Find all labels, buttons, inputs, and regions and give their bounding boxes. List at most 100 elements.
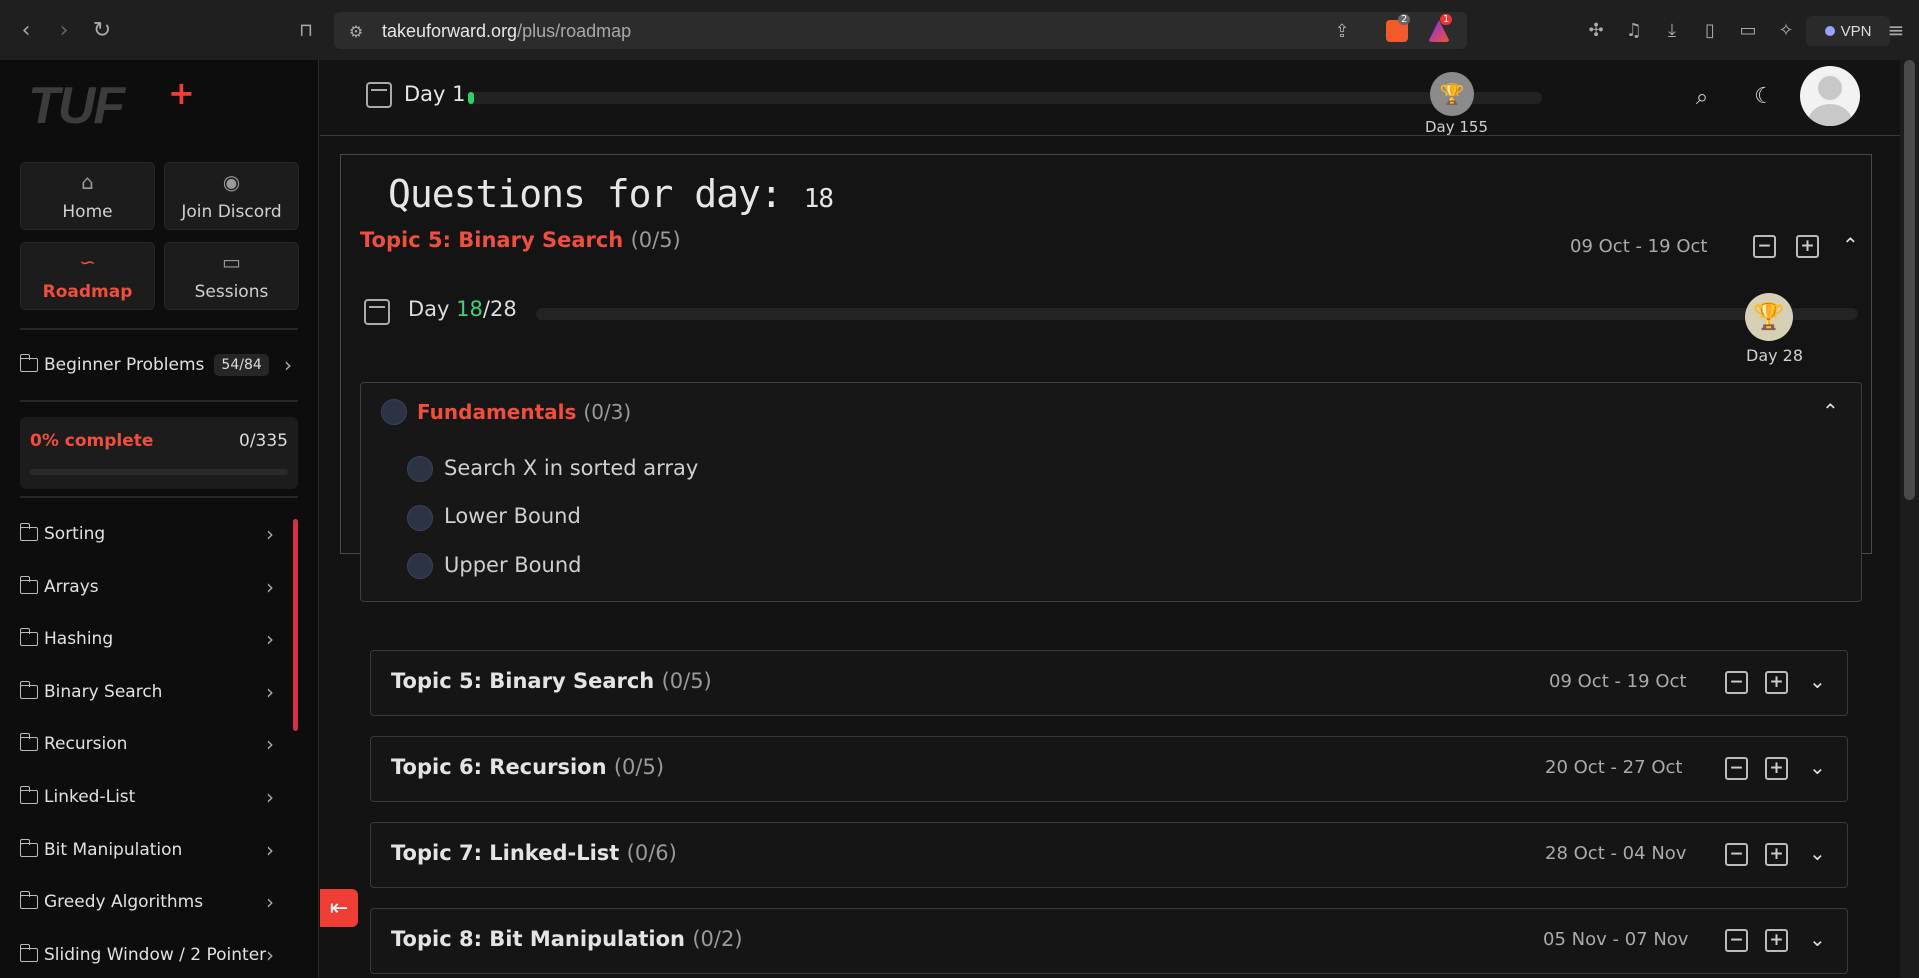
chevron-down-icon[interactable]: ⌄ <box>1809 927 1826 951</box>
back-icon[interactable]: ‹ <box>14 18 38 43</box>
expand-button[interactable]: + <box>1765 757 1788 780</box>
current-day-label: Day 1 <box>404 82 466 106</box>
section-title[interactable]: Fundamentals (0/3) <box>417 400 631 424</box>
day-progress-track <box>468 92 1542 104</box>
topic-name: Topic 8: Bit Manipulation <box>391 927 686 951</box>
expand-button[interactable]: + <box>1765 671 1788 694</box>
folder-icon <box>20 943 38 962</box>
avatar[interactable] <box>1800 66 1860 126</box>
topic-dates: 20 Oct - 27 Oct <box>1545 757 1683 778</box>
chevron-up-icon[interactable]: ⌃ <box>1822 399 1839 423</box>
search-icon[interactable]: ⌕ <box>1690 85 1714 110</box>
topic-title: Topic 7: Linked-List (0/6) <box>391 841 677 865</box>
extensions-icon[interactable]: ✣ <box>1584 18 1608 42</box>
section-title-text: Fundamentals <box>417 400 577 424</box>
progress-card: 0% complete 0/335 <box>20 417 298 489</box>
folder-icon <box>20 575 38 594</box>
chevron-down-icon[interactable]: ⌄ <box>1809 755 1826 779</box>
chevron-right-icon: › <box>266 942 274 967</box>
bookmark-icon[interactable]: ⊓ <box>294 18 318 42</box>
nav-join-discord[interactable]: ◉ Join Discord <box>164 162 299 230</box>
sidebar-item-label: Greedy Algorithms <box>44 892 204 913</box>
expand-all-button[interactable]: + <box>1796 235 1819 258</box>
question-checkbox[interactable] <box>407 553 433 579</box>
sidebar-item-binary-search[interactable]: Binary Search › <box>20 670 298 714</box>
sidebar-item-hashing[interactable]: Hashing › <box>20 617 298 661</box>
topic-card[interactable]: Topic 6: Recursion (0/5) 20 Oct - 27 Oct −… <box>370 736 1848 802</box>
discord-icon: ◉ <box>222 170 241 194</box>
url-path: /plus/roadmap <box>517 21 632 41</box>
leo-icon[interactable]: ✧ <box>1774 18 1798 42</box>
menu-icon[interactable]: ≡ <box>1884 18 1908 42</box>
sidebar-item-sorting[interactable]: Sorting › <box>20 512 298 556</box>
scrollbar-thumb[interactable] <box>1904 60 1915 500</box>
address-bar[interactable]: ⚙ takeuforward.org/plus/roadmap ⇪ 2 1 <box>334 12 1467 49</box>
sidebar-item-beginner-problems[interactable]: Beginner Problems 54/84 › <box>20 343 298 387</box>
collapse-button[interactable]: − <box>1725 757 1748 780</box>
topic-card[interactable]: Topic 5: Binary Search (0/5) 09 Oct - 19 … <box>370 650 1848 716</box>
chevron-right-icon: › <box>284 353 292 377</box>
wallet-icon[interactable]: ▭ <box>1736 18 1760 42</box>
trophy-icon: 🏆 <box>1430 72 1474 116</box>
topic-card[interactable]: Topic 7: Linked-List (0/6) 28 Oct - 04 No… <box>370 822 1848 888</box>
sidebar-scrollbar[interactable] <box>293 519 298 731</box>
overlay-topic-title[interactable]: Topic 5: Binary Search (0/5) <box>360 228 681 252</box>
logo[interactable]: TUF <box>28 76 125 136</box>
expand-button[interactable]: + <box>1765 843 1788 866</box>
folder-icon <box>20 680 38 699</box>
collapse-sidebar-button[interactable]: ⇤ <box>320 889 358 927</box>
chevron-up-icon[interactable]: ⌃ <box>1842 233 1859 257</box>
sidebar-item-label: Beginner Problems <box>44 355 205 375</box>
reload-icon[interactable]: ↻ <box>90 18 114 43</box>
progress-count: 0/335 <box>239 431 288 451</box>
question-checkbox[interactable] <box>407 456 433 482</box>
topic-title: Topic 5: Binary Search (0/5) <box>391 669 712 693</box>
topic-day-track <box>536 308 1858 320</box>
collapse-button[interactable]: − <box>1725 929 1748 952</box>
nav-home[interactable]: ⌂ Home <box>20 162 155 230</box>
folder-icon <box>20 786 38 804</box>
chevron-down-icon[interactable]: ⌄ <box>1809 669 1826 693</box>
sidebar-toggle-icon[interactable]: ▯ <box>1698 18 1722 42</box>
sidebar-item-bit-manipulation[interactable]: Bit Manipulation › <box>20 828 298 872</box>
music-icon[interactable]: ♫ <box>1622 18 1646 42</box>
topic-count: (0/6) <box>626 841 677 865</box>
nav-roadmap[interactable]: ∽ Roadmap <box>20 242 155 310</box>
url-text[interactable]: takeuforward.org/plus/roadmap <box>382 21 631 42</box>
forward-icon[interactable]: › <box>52 18 76 43</box>
page-scrollbar[interactable] <box>1900 60 1919 978</box>
nav-label: Join Discord <box>181 202 282 222</box>
logo-plus: + <box>168 74 195 112</box>
chevron-right-icon: › <box>266 785 274 809</box>
section-checkbox[interactable] <box>381 399 407 425</box>
chevron-right-icon: › <box>266 890 274 915</box>
question-item[interactable]: Lower Bound <box>444 504 581 528</box>
collapse-icon: ⇤ <box>329 895 349 921</box>
folder-icon <box>20 628 38 647</box>
nav-sessions[interactable]: ▭ Sessions <box>164 242 299 310</box>
question-checkbox[interactable] <box>407 505 433 531</box>
url-host: takeuforward.org <box>382 21 518 41</box>
expand-button[interactable]: + <box>1765 929 1788 952</box>
topic-card[interactable]: Topic 8: Bit Manipulation (0/2) 05 Nov - … <box>370 908 1848 974</box>
sidebar-item-recursion[interactable]: Recursion › <box>20 722 298 766</box>
sidebar-item-greedy-algorithms[interactable]: Greedy Algorithms › <box>20 880 298 924</box>
dark-mode-icon[interactable]: ☾ <box>1752 84 1776 109</box>
collapse-button[interactable]: − <box>1725 843 1748 866</box>
vpn-button[interactable]: VPN <box>1806 16 1890 46</box>
topic-count: (0/5) <box>661 669 712 693</box>
sidebar-item-sliding-window-2-pointer[interactable]: Sliding Window / 2 Pointer › <box>20 933 298 977</box>
download-icon[interactable]: ⤓ <box>1660 18 1684 42</box>
chevron-down-icon[interactable]: ⌄ <box>1809 841 1826 865</box>
sidebar-item-arrays[interactable]: Arrays › <box>20 565 298 609</box>
site-settings-icon[interactable]: ⚙ <box>344 19 368 43</box>
share-icon[interactable]: ⇪ <box>1330 19 1354 43</box>
question-item[interactable]: Search X in sorted array <box>444 456 698 480</box>
sidebar-item-linked-list[interactable]: Linked-List › <box>20 775 298 819</box>
overlay-topic-dates: 09 Oct - 19 Oct <box>1570 236 1708 257</box>
collapse-button[interactable]: − <box>1725 671 1748 694</box>
collapse-all-button[interactable]: − <box>1753 235 1776 258</box>
question-item[interactable]: Upper Bound <box>444 553 581 577</box>
questions-title-text: Questions for day: <box>388 172 783 216</box>
sidebar: TUF + ⌂ Home ◉ Join Discord ∽ Roadmap ▭ … <box>0 60 319 978</box>
